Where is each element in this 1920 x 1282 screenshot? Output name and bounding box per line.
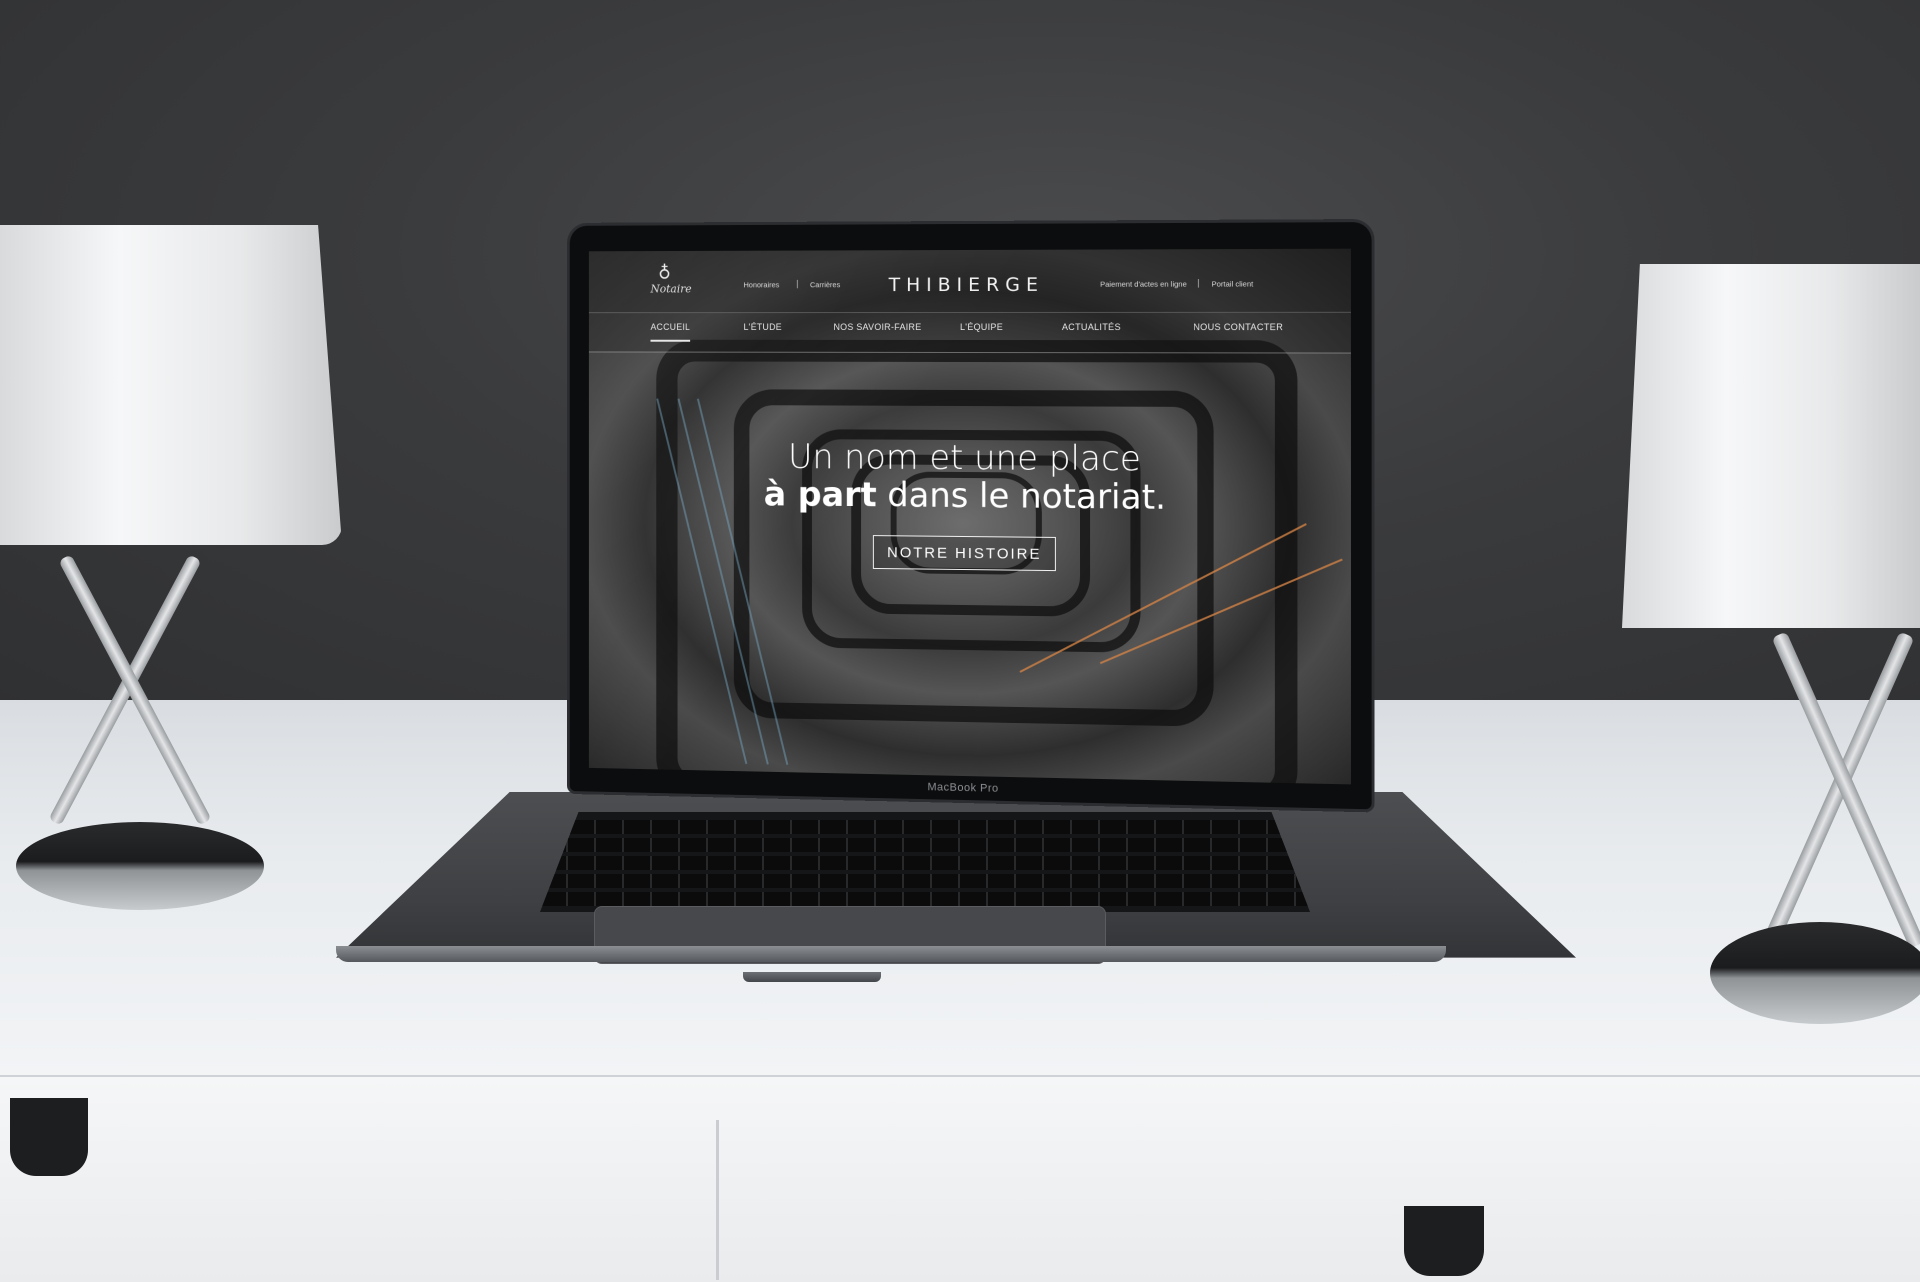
screen: ♁ Notaire Honoraires | Carrières THIBIER… (588, 248, 1351, 785)
nav-accueil[interactable]: ACCUEIL (650, 322, 691, 342)
drawer-handle-right (1404, 1206, 1484, 1276)
laptop-lid: ♁ Notaire Honoraires | Carrières THIBIER… (569, 222, 1372, 810)
key-row (540, 874, 1310, 888)
site-header: ♁ Notaire Honoraires | Carrières THIBIER… (588, 248, 1351, 314)
separator: | (796, 278, 799, 289)
nav-etude[interactable]: L'ÉTUDE (744, 322, 782, 332)
laptop-lid-notch (743, 972, 881, 982)
toplink-portail[interactable]: Portail client (1212, 279, 1254, 288)
logo-text[interactable]: Notaire (650, 283, 691, 296)
drawer-handle-left (10, 1098, 88, 1176)
hero-title-line2: à part dans le notariat. (589, 473, 1351, 519)
lamp-left-base (16, 822, 264, 910)
lamp-left-shade (0, 225, 342, 545)
key-row (540, 820, 1310, 834)
brand-title[interactable]: THIBIERGE (889, 274, 1044, 296)
key-row (540, 856, 1310, 870)
notre-histoire-button[interactable]: NOTRE HISTOIRE (872, 535, 1056, 572)
nav-actualites[interactable]: ACTUALITÉS (1062, 322, 1121, 332)
key-row (540, 892, 1310, 906)
desk-front (0, 1075, 1920, 1282)
hero-title-bold: à part (763, 474, 877, 516)
lamp-right-base (1710, 922, 1920, 1024)
nav-savoir-faire[interactable]: NOS SAVOIR-FAIRE (834, 322, 922, 332)
keyboard (540, 812, 1310, 912)
toplink-paiement[interactable]: Paiement d'actes en ligne (1100, 280, 1187, 289)
laptop-front-edge (336, 946, 1446, 962)
separator: | (1197, 277, 1200, 288)
drawer-seam (716, 1120, 719, 1280)
main-nav: ACCUEIL L'ÉTUDE NOS SAVOIR-FAIRE L'ÉQUIP… (588, 311, 1351, 354)
logo-icon[interactable]: ♁ (658, 261, 671, 282)
nav-equipe[interactable]: L'ÉQUIPE (960, 322, 1003, 332)
key-row (540, 838, 1310, 852)
toplink-carrieres[interactable]: Carrières (810, 280, 840, 289)
hero-title-rest: dans le notariat. (876, 475, 1167, 518)
lamp-right-shade (1622, 264, 1920, 628)
nav-contact[interactable]: NOUS CONTACTER (1193, 322, 1283, 332)
toplink-honoraires[interactable]: Honoraires (744, 280, 780, 289)
